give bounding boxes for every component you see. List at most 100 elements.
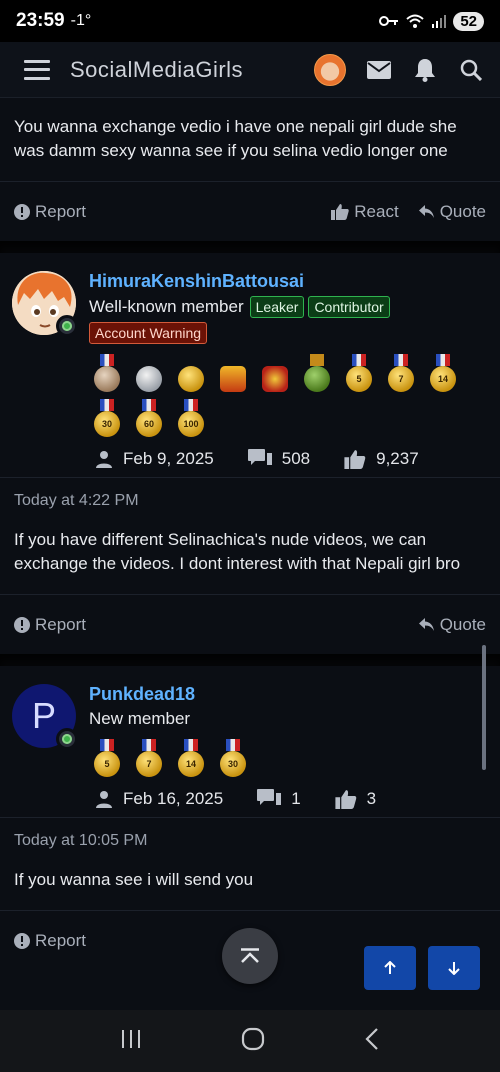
- react-label: React: [354, 201, 399, 221]
- report-button[interactable]: Report: [14, 615, 86, 635]
- message-count: 1: [291, 789, 301, 808]
- thread-content: You wanna exchange vedio i have one nepa…: [0, 98, 500, 1010]
- site-title[interactable]: SocialMediaGirls: [70, 57, 243, 83]
- status-temperature: -1°: [70, 12, 92, 29]
- quote-button[interactable]: Quote: [418, 201, 486, 222]
- recent-apps-button[interactable]: [120, 1029, 142, 1054]
- trophy-badge[interactable]: 100: [173, 399, 209, 437]
- quote-label: Quote: [439, 201, 486, 221]
- back-icon: [365, 1027, 379, 1050]
- joined-date: Feb 16, 2025: [123, 789, 224, 808]
- alert-icon: [14, 932, 30, 949]
- arrow-down-icon: [448, 962, 460, 975]
- reaction-score: 3: [366, 789, 377, 808]
- post-separator: [0, 654, 500, 666]
- trophy-badge[interactable]: 30: [215, 739, 251, 777]
- menu-icon[interactable]: [24, 59, 50, 80]
- jump-up-button[interactable]: [364, 946, 416, 990]
- trophy-badge[interactable]: 7: [383, 354, 419, 392]
- quote-button[interactable]: Quote: [418, 614, 486, 635]
- reaction-score-icon: [344, 450, 366, 469]
- post-separator: [0, 241, 500, 253]
- trophy-badge[interactable]: 7: [131, 739, 167, 777]
- report-button[interactable]: Report: [14, 202, 86, 222]
- trophy-badge[interactable]: 60: [131, 399, 167, 437]
- user-banner-leaker: Leaker: [249, 296, 305, 318]
- trophy-list: 5 7 14 30 60 100: [89, 354, 469, 437]
- inbox-icon[interactable]: [366, 57, 392, 83]
- trophy-badge[interactable]: 14: [425, 354, 461, 392]
- user-stats: Feb 9, 2025 508 9,237: [95, 449, 488, 469]
- avatar[interactable]: P: [12, 684, 78, 750]
- user-title: Well-known member: [89, 297, 244, 316]
- quote-label: Quote: [439, 614, 486, 634]
- status-icons: 52: [379, 11, 484, 31]
- username-link[interactable]: HimuraKenshinBattousai: [89, 271, 488, 292]
- post-actions: Report React Quote: [0, 181, 500, 241]
- alert-icon: [14, 203, 30, 220]
- reply-icon: [418, 204, 434, 218]
- post: HimuraKenshinBattousai Well-known member…: [0, 253, 500, 654]
- key-icon: [379, 16, 399, 26]
- trophy-badge[interactable]: [215, 354, 251, 392]
- recents-icon: [121, 1029, 140, 1048]
- search-icon[interactable]: [458, 57, 484, 83]
- trophy-badge[interactable]: 30: [89, 399, 125, 437]
- trophy-badge[interactable]: [173, 354, 209, 392]
- system-nav-bar: [0, 1010, 500, 1072]
- username-link[interactable]: Punkdead18: [89, 684, 488, 705]
- post-message: If you wanna see i will send you: [14, 870, 254, 889]
- app-header: SocialMediaGirls: [0, 42, 500, 98]
- trophy-badge[interactable]: 14: [173, 739, 209, 777]
- message-count: 508: [281, 449, 311, 468]
- user-icon: [96, 451, 112, 468]
- trophy-badge[interactable]: 5: [341, 354, 377, 392]
- messages-icon: [247, 449, 272, 465]
- post: P Punkdead18 New member 5 7 14 30 Feb 16…: [0, 666, 500, 970]
- online-status-indicator: [56, 315, 78, 337]
- wifi-icon: [406, 14, 424, 28]
- post-date[interactable]: Today at 10:05 PM: [0, 817, 500, 850]
- account-avatar[interactable]: [314, 53, 346, 86]
- user-stats: Feb 16, 2025 1 3: [95, 789, 488, 809]
- reaction-score: 9,237: [376, 449, 419, 468]
- scrollbar[interactable]: [482, 645, 486, 770]
- joined-date: Feb 9, 2025: [123, 449, 214, 468]
- arrow-up-icon: [384, 961, 396, 974]
- user-title: New member: [89, 709, 191, 728]
- reaction-score-icon: [335, 790, 356, 809]
- back-button[interactable]: [364, 1027, 380, 1056]
- user-icon: [96, 791, 112, 808]
- trophy-list: 5 7 14 30: [89, 739, 469, 777]
- avatar[interactable]: [12, 271, 78, 337]
- bell-icon[interactable]: [412, 57, 438, 83]
- battery-level: 52: [453, 11, 484, 31]
- messages-icon: [257, 789, 282, 805]
- jump-down-button[interactable]: [428, 946, 480, 990]
- home-button[interactable]: [241, 1027, 265, 1056]
- report-label: Report: [35, 930, 87, 950]
- scroll-to-top-button[interactable]: [222, 928, 278, 984]
- status-time: 23:59: [16, 10, 65, 31]
- post-date[interactable]: Today at 4:22 PM: [0, 477, 500, 510]
- alert-icon: [14, 616, 30, 633]
- trophy-badge[interactable]: 5: [89, 739, 125, 777]
- reply-icon: [418, 617, 434, 631]
- signal-icon: [432, 15, 447, 28]
- user-banner-contributor: Contributor: [308, 296, 390, 318]
- chevron-up-icon: [241, 948, 259, 963]
- trophy-badge[interactable]: [257, 354, 293, 392]
- react-button[interactable]: React: [331, 201, 399, 222]
- post-message: You wanna exchange vedio i have one nepa…: [14, 117, 457, 160]
- trophy-badge[interactable]: [89, 354, 125, 392]
- report-label: Report: [35, 201, 87, 221]
- post-actions: Report Quote: [0, 594, 500, 654]
- user-banner-account-warning: Account Warning: [89, 322, 208, 344]
- trophy-badge[interactable]: [131, 354, 167, 392]
- trophy-badge[interactable]: [299, 354, 335, 392]
- status-bar: 23:59 -1° 52: [0, 0, 500, 42]
- home-icon: [241, 1027, 265, 1050]
- thumbs-up-icon: [331, 204, 349, 220]
- post-message: If you have different Selinachica's nude…: [14, 530, 461, 573]
- report-button[interactable]: Report: [14, 931, 86, 951]
